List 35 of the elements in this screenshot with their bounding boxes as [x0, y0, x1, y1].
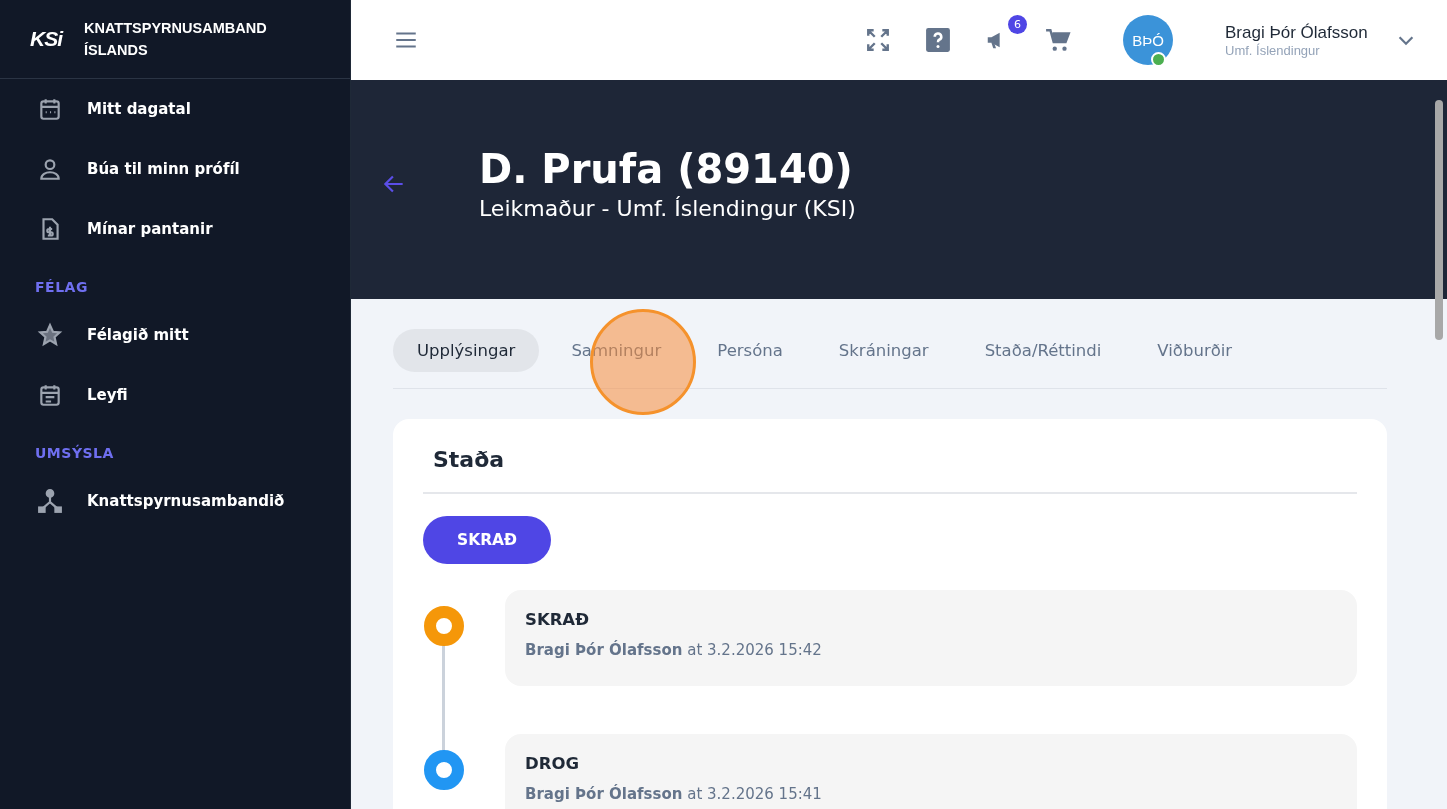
- tab[interactable]: Upplýsingar: [393, 329, 540, 372]
- star-icon: [37, 322, 63, 348]
- tab[interactable]: Skráningar: [814, 329, 953, 372]
- fullscreen-icon[interactable]: [865, 27, 891, 53]
- help-icon[interactable]: [925, 27, 951, 53]
- status-button[interactable]: SKRAÐ: [423, 516, 552, 564]
- organization-name: KNATTSPYRNUSAMBAND ÍSLANDS: [84, 19, 268, 60]
- section-heading: UMSÝSLA: [34, 443, 115, 463]
- scrollbar-thumb[interactable]: [1435, 100, 1443, 340]
- tab[interactable]: Viðburðir: [1133, 329, 1257, 372]
- sidebar-item[interactable]: Knattspyrnusambandið: [87, 492, 285, 510]
- entry-byline: Bragi Þór Ólafsson at 3.2.2026 15:42: [525, 641, 823, 659]
- sidebar-item[interactable]: Leyfi: [87, 386, 128, 404]
- entry-byline: Bragi Þór Ólafsson at 3.2.2026 15:41: [525, 785, 823, 803]
- tab[interactable]: Persóna: [693, 329, 807, 372]
- user-name: Bragi Þór Ólafsson: [1225, 22, 1369, 43]
- calendar-icon: [37, 96, 63, 122]
- sidebar-item[interactable]: Búa til minn prófíl: [87, 160, 240, 178]
- form-icon: [37, 382, 63, 408]
- sidebar-item[interactable]: Mitt dagatal: [87, 100, 191, 118]
- page-subtitle: Leikmaður - Umf. Íslendingur (KSI): [479, 196, 856, 221]
- page-title: D. Prufa (89140): [479, 146, 854, 192]
- card-title: Staða: [423, 447, 1357, 494]
- user-club: Umf. Íslendingur: [1225, 42, 1321, 58]
- status-label: DROG: [525, 754, 580, 773]
- section-heading: FÉLAG: [34, 278, 89, 297]
- cart-icon[interactable]: [1045, 27, 1071, 53]
- sidebar-item[interactable]: Mínar pantanir: [87, 220, 213, 238]
- sidebar-item[interactable]: Félagið mitt: [87, 326, 189, 344]
- hierarchy-icon: [37, 488, 63, 514]
- status-label: SKRAÐ: [525, 610, 590, 629]
- logo: KSi: [30, 27, 62, 51]
- person-icon: [37, 156, 63, 182]
- notification-count: 6: [1008, 15, 1027, 34]
- tab[interactable]: Staða/Réttindi: [960, 329, 1126, 372]
